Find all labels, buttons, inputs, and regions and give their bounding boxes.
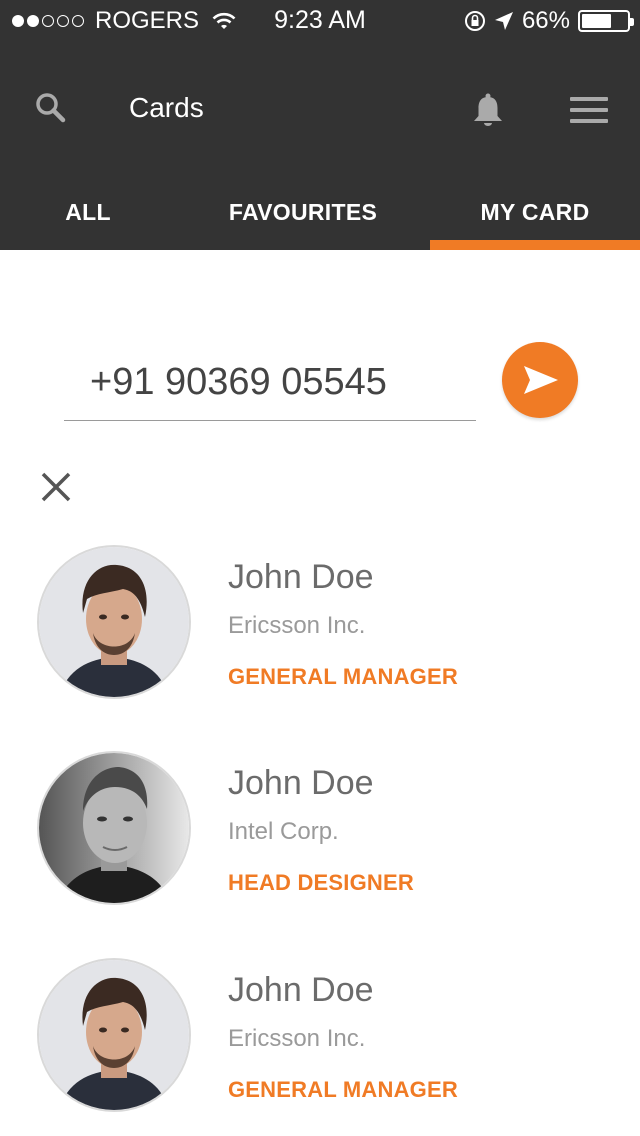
location-arrow-icon [494, 12, 513, 30]
search-icon[interactable] [34, 91, 68, 125]
card-name: John Doe [228, 558, 374, 596]
card-company: Intel Corp. [228, 818, 339, 845]
menu-bar [570, 97, 608, 101]
card-company: Ericsson Inc. [228, 612, 366, 639]
battery-icon [578, 10, 634, 32]
list-item[interactable]: John Doe Ericsson Inc. GENERAL MANAGER [0, 953, 640, 1123]
card-name: John Doe [228, 971, 374, 1009]
active-tab-indicator [430, 240, 640, 250]
status-bar: ROGERS 9:23 AM 66% [0, 0, 640, 40]
tab-favourites[interactable]: FAVOURITES [176, 175, 430, 250]
card-company: Ericsson Inc. [228, 1025, 366, 1052]
close-icon[interactable] [40, 471, 72, 503]
battery-cap [630, 18, 634, 26]
rotation-lock-icon [464, 11, 485, 31]
tab-label: ALL [65, 199, 111, 225]
hamburger-menu-icon[interactable] [570, 97, 608, 125]
avatar [37, 545, 191, 699]
card-name: John Doe [228, 764, 374, 802]
send-icon [524, 366, 558, 394]
tab-label: MY CARD [480, 199, 590, 225]
menu-bar [570, 108, 608, 112]
phone-number-input[interactable] [64, 345, 476, 421]
card-role: GENERAL MANAGER [228, 1077, 458, 1102]
app-header: ROGERS 9:23 AM 66% Cards ALL FAVOURITES … [0, 0, 640, 250]
list-item[interactable]: John Doe Intel Corp. HEAD DESIGNER [0, 746, 640, 916]
portrait-image [39, 547, 189, 697]
status-bar-right: 66% [456, 7, 634, 35]
send-button[interactable] [502, 342, 578, 418]
tab-my-card[interactable]: MY CARD [430, 175, 640, 250]
tab-bar: ALL FAVOURITES MY CARD [0, 175, 640, 250]
page-title: Cards [129, 92, 204, 123]
card-role: GENERAL MANAGER [228, 664, 458, 689]
bell-icon[interactable] [470, 92, 506, 128]
avatar [37, 958, 191, 1112]
portrait-image [39, 960, 189, 1110]
tab-all[interactable]: ALL [0, 175, 176, 250]
list-item[interactable]: John Doe Ericsson Inc. GENERAL MANAGER [0, 540, 640, 710]
battery-percent: 66% [521, 7, 570, 34]
tab-label: FAVOURITES [228, 199, 378, 225]
card-role: HEAD DESIGNER [228, 870, 414, 895]
portrait-image [39, 753, 189, 903]
battery-level [582, 14, 612, 28]
menu-bar [570, 119, 608, 123]
avatar [37, 751, 191, 905]
